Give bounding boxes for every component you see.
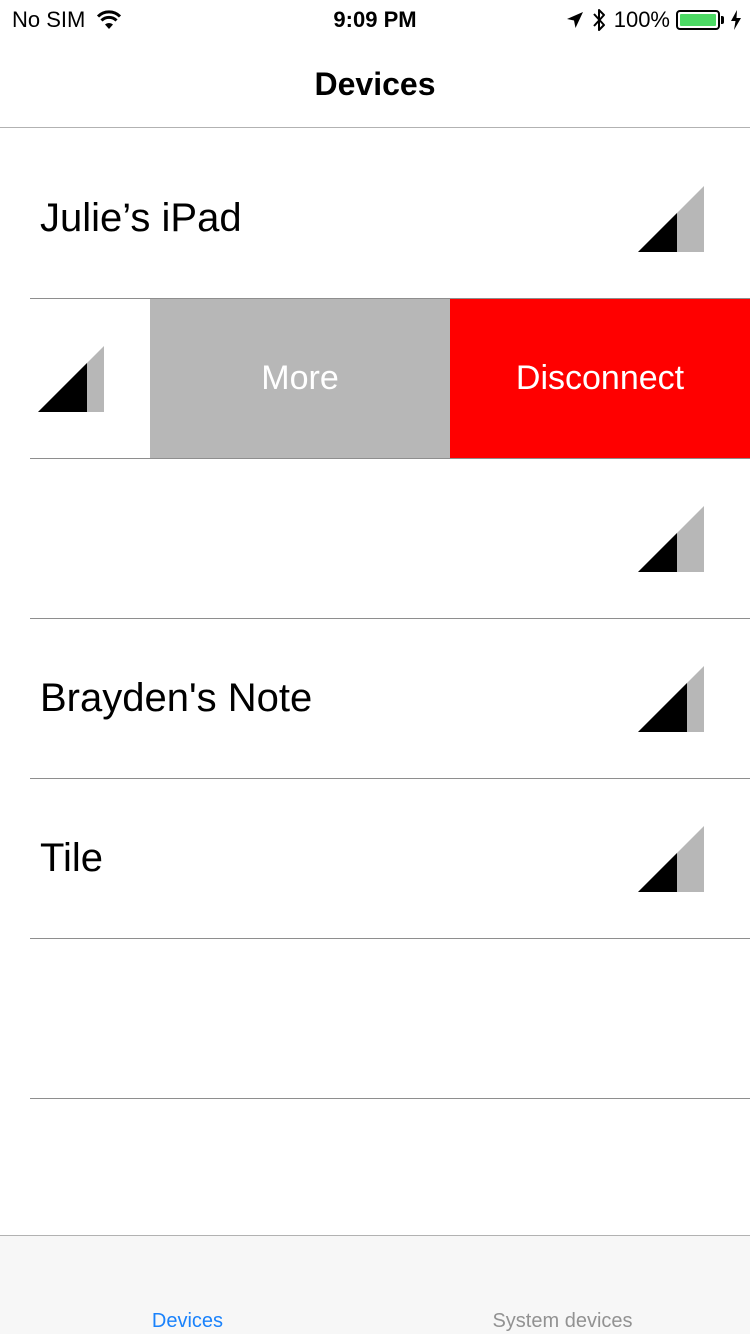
- charging-bolt-icon: [731, 10, 741, 30]
- signal-strength-icon: [638, 666, 704, 732]
- status-right: 100%: [566, 7, 742, 33]
- location-arrow-icon: [566, 12, 583, 28]
- tab-devices[interactable]: Devices: [0, 1310, 375, 1333]
- device-name: Tile: [40, 836, 103, 880]
- more-button[interactable]: More: [150, 299, 450, 458]
- battery-icon: [676, 10, 720, 30]
- navigation-bar: Devices: [0, 40, 750, 128]
- empty-row: [0, 939, 750, 1099]
- device-name: Brayden's Note: [40, 676, 313, 720]
- disconnect-button[interactable]: Disconnect: [450, 299, 750, 458]
- status-bar: No SIM 9:09 PM 100%: [0, 0, 750, 40]
- device-row[interactable]: Julie’s iPad: [0, 139, 750, 299]
- bluetooth-icon: [592, 9, 605, 31]
- devices-table[interactable]: Julie’s iPad More Disconnect Brayden's N…: [0, 139, 750, 1099]
- signal-strength-icon: [638, 506, 704, 572]
- device-row-swiped[interactable]: More Disconnect: [0, 299, 750, 459]
- battery-percent: 100%: [613, 7, 670, 32]
- device-row[interactable]: [0, 459, 750, 619]
- tab-system-devices[interactable]: System devices: [375, 1310, 750, 1333]
- tab-bar: Devices System devices: [0, 1235, 750, 1334]
- device-name: Julie’s iPad: [40, 196, 242, 240]
- battery-tip: [721, 16, 724, 24]
- signal-strength-icon: [38, 346, 104, 412]
- device-row[interactable]: Tile: [0, 779, 750, 939]
- device-row[interactable]: Brayden's Note: [0, 619, 750, 779]
- signal-strength-icon: [638, 186, 704, 252]
- signal-strength-icon: [638, 826, 704, 892]
- page-title: Devices: [314, 66, 436, 102]
